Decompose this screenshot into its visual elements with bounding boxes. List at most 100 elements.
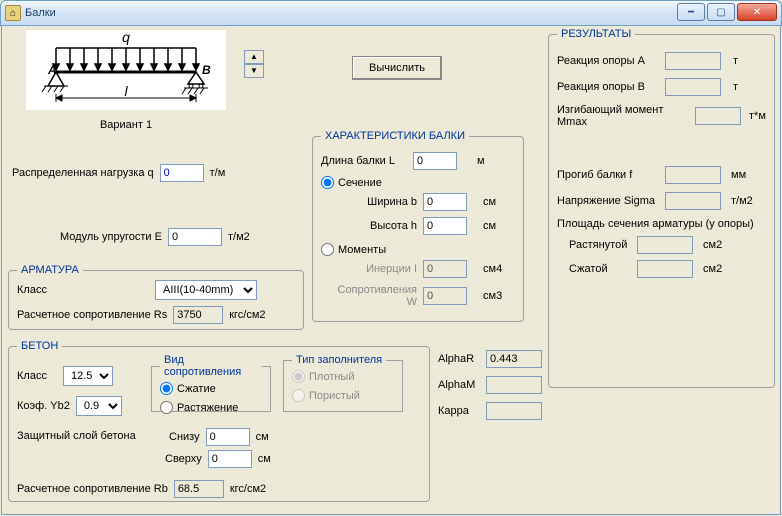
length-label: Длина балки L: [321, 155, 407, 167]
alpha-m-label: AlphaM: [438, 379, 478, 391]
titlebar: ⌂ Балки ━ ▢ ✕: [0, 0, 782, 26]
rs-output: [173, 306, 223, 324]
compression-area-label: Сжатой: [569, 263, 633, 275]
cover-top-label: Сверху: [165, 453, 202, 465]
reaction-a-output: [665, 52, 721, 70]
beam-diagram: q: [26, 30, 226, 131]
maximize-button[interactable]: ▢: [707, 3, 735, 21]
height-input[interactable]: [423, 217, 467, 235]
tension-area-output: [637, 236, 693, 254]
characteristics-legend: ХАРАКТЕРИСТИКИ БАЛКИ: [321, 130, 469, 142]
q-unit: т/м: [210, 167, 226, 179]
rb-unit: кгс/см2: [230, 483, 266, 495]
svg-text:l: l: [124, 83, 128, 99]
w-input: [423, 287, 467, 305]
length-input[interactable]: [413, 152, 457, 170]
calculate-button[interactable]: Вычислить: [352, 56, 442, 80]
deflection-label: Прогиб балки f: [557, 169, 661, 181]
window-title: Балки: [25, 7, 56, 19]
cover-bottom-input[interactable]: [206, 428, 250, 446]
svg-text:B: B: [202, 63, 211, 77]
compression-area-unit: см2: [703, 263, 722, 275]
reaction-a-label: Реакция опоры A: [557, 55, 661, 67]
arm-class-label: Класс: [17, 284, 67, 296]
reaction-b-output: [665, 78, 721, 96]
reaction-a-unit: т: [733, 55, 738, 67]
cover-bottom-label: Снизу: [169, 431, 200, 443]
yb2-label: Коэф. Yb2: [17, 400, 70, 412]
q-label: Распределенная нагрузка q: [12, 167, 154, 179]
mmax-unit: т*м: [749, 110, 766, 122]
width-label: Ширина b: [361, 196, 417, 208]
beton-group: БЕТОН Класс 12.5 Коэф. Yb2 0.9 Вид сопро…: [8, 340, 430, 502]
inertia-unit: см4: [483, 263, 502, 275]
cover-top-unit: см: [258, 453, 271, 465]
rs-unit: кгс/см2: [229, 309, 265, 321]
rb-output: [174, 480, 224, 498]
sigma-unit: т/м2: [731, 195, 753, 207]
variant-spinner[interactable]: ▲ ▼: [244, 50, 264, 78]
w-unit: см3: [483, 290, 502, 302]
mmax-output: [695, 107, 741, 125]
porous-radio: Пористый: [292, 389, 394, 402]
section-radio[interactable]: Сечение: [321, 176, 515, 189]
results-group: РЕЗУЛЬТАТЫ Реакция опоры A т Реакция опо…: [548, 28, 775, 388]
filler-type-legend: Тип заполнителя: [292, 354, 386, 366]
q-input[interactable]: [160, 164, 204, 182]
kappa-output: [486, 402, 542, 420]
app-icon: ⌂: [5, 5, 21, 21]
rebar-area-label: Площадь сечения арматуры (у опоры): [557, 218, 766, 230]
minimize-button[interactable]: ━: [677, 3, 705, 21]
alpha-m-output: [486, 376, 542, 394]
sigma-label: Напряжение Sigma: [557, 195, 661, 207]
close-button[interactable]: ✕: [737, 3, 777, 21]
length-unit: м: [477, 155, 485, 167]
cover-top-input[interactable]: [208, 450, 252, 468]
alpha-r-output: [486, 350, 542, 368]
dense-radio: Плотный: [292, 370, 394, 383]
sigma-output: [665, 192, 721, 210]
beton-class-select[interactable]: 12.5: [63, 366, 113, 386]
armatura-legend: АРМАТУРА: [17, 264, 83, 276]
alpha-r-label: AlphaR: [438, 353, 478, 365]
characteristics-group: ХАРАКТЕРИСТИКИ БАЛКИ Длина балки L м Сеч…: [312, 130, 524, 322]
reaction-b-unit: т: [733, 81, 738, 93]
moments-radio[interactable]: Моменты: [321, 243, 515, 256]
kappa-label: Карра: [438, 405, 478, 417]
arm-class-select[interactable]: AIII(10-40mm): [155, 280, 257, 300]
inertia-input: [423, 260, 467, 278]
cover-bottom-unit: см: [256, 431, 269, 443]
load-symbol: q: [122, 30, 130, 45]
reaction-b-label: Реакция опоры B: [557, 81, 661, 93]
e-input[interactable]: [168, 228, 222, 246]
spinner-down[interactable]: ▼: [244, 64, 264, 78]
yb2-select[interactable]: 0.9: [76, 396, 122, 416]
spinner-up[interactable]: ▲: [244, 50, 264, 64]
compression-radio[interactable]: Сжатие: [160, 382, 262, 395]
w-label: Сопротивления W: [325, 284, 417, 308]
armatura-group: АРМАТУРА Класс AIII(10-40mm) Расчетное с…: [8, 264, 304, 330]
e-unit: т/м2: [228, 231, 250, 243]
variant-label: Вариант 1: [26, 119, 226, 131]
height-unit: см: [483, 220, 496, 232]
width-unit: см: [483, 196, 496, 208]
resistance-type-legend: Вид сопротивления: [160, 354, 262, 378]
compression-area-output: [637, 260, 693, 278]
rb-label: Расчетное сопротивление Rb: [17, 483, 168, 495]
tension-area-label: Растянутой: [569, 239, 633, 251]
rs-label: Расчетное сопротивление Rs: [17, 309, 167, 321]
deflection-unit: мм: [731, 169, 746, 181]
deflection-output: [665, 166, 721, 184]
mmax-label: Изгибающий момент Mmax: [557, 104, 691, 128]
filler-type-group: Тип заполнителя Плотный Пористый: [283, 354, 403, 412]
e-label: Модуль упругости E: [60, 231, 162, 243]
resistance-type-group: Вид сопротивления Сжатие Растяжение: [151, 354, 271, 412]
cover-label: Защитный слой бетона: [17, 430, 136, 442]
tension-radio[interactable]: Растяжение: [160, 401, 262, 414]
inertia-label: Инерции I: [351, 263, 417, 275]
svg-text:A: A: [47, 63, 57, 77]
height-label: Высота h: [361, 220, 417, 232]
width-input[interactable]: [423, 193, 467, 211]
tension-area-unit: см2: [703, 239, 722, 251]
beton-legend: БЕТОН: [17, 340, 62, 352]
